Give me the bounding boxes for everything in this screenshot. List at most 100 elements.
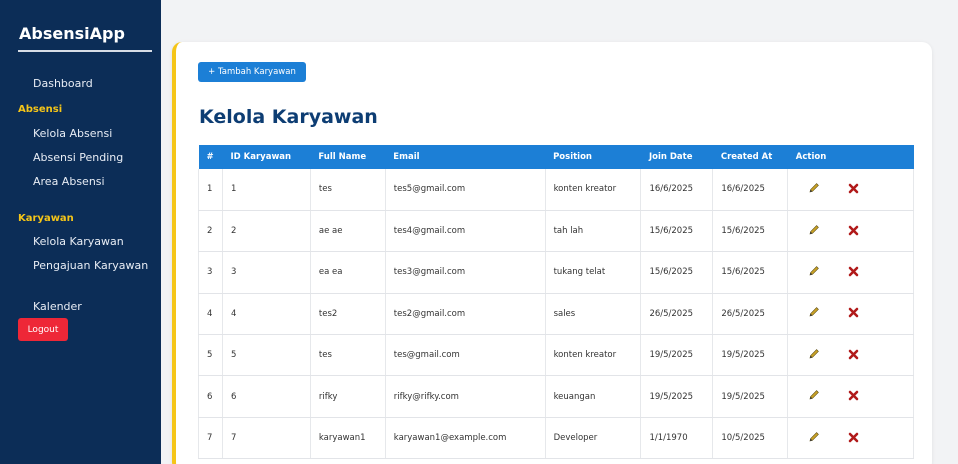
- col-header-join-date: Join Date: [640, 145, 713, 169]
- cell-action: [787, 375, 914, 418]
- col-header-created-at: Created At: [712, 145, 788, 169]
- cell-email: tes5@gmail.com: [385, 169, 546, 211]
- cell-position: tah lah: [545, 210, 642, 253]
- sidebar-item-kalender[interactable]: Kalender: [33, 300, 82, 313]
- pencil-icon[interactable]: [808, 431, 820, 443]
- sidebar-item-dashboard[interactable]: Dashboard: [33, 77, 93, 90]
- cell-action: [787, 293, 914, 336]
- cell-full-name: tes2: [310, 293, 386, 336]
- cell-email: karyawan1@example.com: [385, 417, 546, 460]
- cell-join-date: 19/5/2025: [640, 375, 714, 418]
- col-header-email: Email: [385, 145, 546, 169]
- cell-row-number: 6: [198, 375, 223, 418]
- cell-join-date: 26/5/2025: [640, 293, 714, 336]
- table-header: # ID Karyawan Full Name Email Position J…: [198, 145, 914, 169]
- cell-row-number: 3: [198, 251, 223, 294]
- cell-position: sales: [545, 293, 642, 336]
- cell-employee-id: 6: [222, 375, 311, 418]
- cell-join-date: 16/6/2025: [640, 169, 714, 211]
- cell-row-number: 4: [198, 293, 223, 336]
- table-row: 2 2 ae ae tes4@gmail.com tah lah 15/6/2025 15/…: [198, 210, 914, 253]
- pencil-icon[interactable]: [808, 265, 820, 277]
- cell-join-date: 15/6/2025: [640, 251, 714, 294]
- cell-created-at: 26/5/2025: [712, 293, 789, 336]
- cell-created-at: 16/6/2025: [712, 169, 789, 211]
- sidebar-section-absensi: Absensi: [18, 104, 63, 115]
- sidebar-section-karyawan: Karyawan: [18, 213, 74, 224]
- cell-action: [787, 169, 914, 211]
- sidebar-item-area-absensi[interactable]: Area Absensi: [33, 175, 105, 188]
- sidebar: AbsensiApp Dashboard Absensi Kelola Abse…: [0, 0, 161, 464]
- cell-action: [787, 210, 914, 253]
- cell-created-at: 15/6/2025: [712, 251, 789, 294]
- close-x-icon[interactable]: [848, 390, 859, 401]
- table-row: 6 6 rifky rifky@rifky.com keuangan 19/5/2025 1…: [198, 375, 914, 418]
- sidebar-item-absensi-pending[interactable]: Absensi Pending: [33, 151, 123, 164]
- close-x-icon[interactable]: [848, 266, 859, 277]
- cell-full-name: rifky: [310, 375, 386, 418]
- cell-position: tukang telat: [545, 251, 642, 294]
- cell-full-name: ea ea: [310, 251, 386, 294]
- cell-created-at: 19/5/2025: [712, 334, 789, 377]
- cell-full-name: tes: [310, 334, 386, 377]
- table-body: 1 1 tes tes5@gmail.com konten kreator 16/6/20…: [198, 169, 914, 460]
- table-row: 7 7 karyawan1 karyawan1@example.com Develope…: [198, 417, 914, 460]
- cell-email: tes4@gmail.com: [385, 210, 546, 253]
- cell-email: rifky@rifky.com: [385, 375, 546, 418]
- sidebar-item-kelola-karyawan[interactable]: Kelola Karyawan: [33, 235, 124, 248]
- pencil-icon[interactable]: [808, 182, 820, 194]
- cell-row-number: 7: [198, 417, 223, 460]
- col-header-position: Position: [545, 145, 641, 169]
- pencil-icon[interactable]: [808, 348, 820, 360]
- col-header-action: Action: [787, 145, 914, 169]
- close-x-icon[interactable]: [848, 183, 859, 194]
- pencil-icon[interactable]: [808, 389, 820, 401]
- cell-full-name: tes: [310, 169, 386, 211]
- cell-email: tes3@gmail.com: [385, 251, 546, 294]
- cell-full-name: ae ae: [310, 210, 386, 253]
- cell-position: konten kreator: [545, 169, 642, 211]
- cell-employee-id: 2: [222, 210, 311, 253]
- cell-join-date: 15/6/2025: [640, 210, 714, 253]
- close-x-icon[interactable]: [848, 349, 859, 360]
- pencil-icon[interactable]: [808, 306, 820, 318]
- pencil-icon[interactable]: [808, 224, 820, 236]
- cell-row-number: 2: [198, 210, 223, 253]
- col-header-id-karyawan: ID Karyawan: [222, 145, 311, 169]
- cell-created-at: 15/6/2025: [712, 210, 789, 253]
- cell-employee-id: 1: [222, 169, 311, 211]
- cell-employee-id: 7: [222, 417, 311, 460]
- cell-email: tes2@gmail.com: [385, 293, 546, 336]
- page-title: Kelola Karyawan: [199, 106, 378, 128]
- brand-divider: [18, 50, 152, 52]
- logout-button[interactable]: Logout: [18, 318, 68, 341]
- cell-action: [787, 417, 914, 460]
- cell-position: keuangan: [545, 375, 642, 418]
- table-row: 4 4 tes2 tes2@gmail.com sales 26/5/2025 26/5/2…: [198, 293, 914, 336]
- cell-position: konten kreator: [545, 334, 642, 377]
- cell-action: [787, 334, 914, 377]
- cell-row-number: 5: [198, 334, 223, 377]
- close-x-icon[interactable]: [848, 432, 859, 443]
- col-header-number: #: [198, 145, 223, 169]
- cell-email: tes@gmail.com: [385, 334, 546, 377]
- employee-table: # ID Karyawan Full Name Email Position J…: [198, 145, 914, 460]
- cell-full-name: karyawan1: [310, 417, 386, 460]
- cell-row-number: 1: [198, 169, 223, 211]
- table-row: 5 5 tes tes@gmail.com konten kreator 19/5/202…: [198, 334, 914, 377]
- col-header-full-name: Full Name: [310, 145, 386, 169]
- close-x-icon[interactable]: [848, 307, 859, 318]
- cell-join-date: 19/5/2025: [640, 334, 714, 377]
- close-x-icon[interactable]: [848, 225, 859, 236]
- sidebar-item-pengajuan-karyawan[interactable]: Pengajuan Karyawan: [33, 259, 148, 272]
- add-employee-button[interactable]: + Tambah Karyawan: [198, 62, 306, 82]
- cell-position: Developer: [545, 417, 642, 460]
- table-row: 1 1 tes tes5@gmail.com konten kreator 16/6/20…: [198, 169, 914, 211]
- sidebar-item-kelola-absensi[interactable]: Kelola Absensi: [33, 127, 112, 140]
- cell-action: [787, 251, 914, 294]
- cell-join-date: 1/1/1970: [640, 417, 714, 460]
- app-brand: AbsensiApp: [19, 24, 125, 43]
- table-row: 3 3 ea ea tes3@gmail.com tukang telat 15/6/20…: [198, 251, 914, 294]
- cell-employee-id: 3: [222, 251, 311, 294]
- cell-employee-id: 5: [222, 334, 311, 377]
